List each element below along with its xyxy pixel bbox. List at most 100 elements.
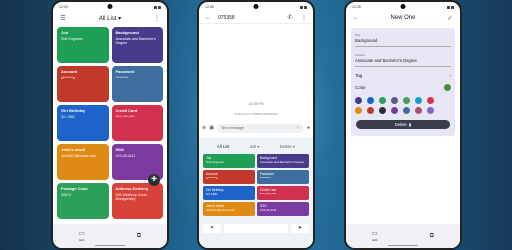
selected-color-swatch: [444, 84, 451, 91]
color-swatch[interactable]: [415, 97, 422, 104]
content-field[interactable]: Content Associate and Bachelor's Degree: [355, 51, 451, 67]
note-card[interactable]: Background Associate and Bachelor's Degre…: [111, 27, 163, 63]
color-swatch[interactable]: [379, 97, 386, 104]
content-field-label: Content: [355, 53, 365, 57]
nav-copy[interactable]: ⧉: [430, 233, 434, 240]
note-card[interactable]: Background Associate and Bachelor's Degre…: [257, 154, 309, 168]
phone-all-list: 12:29 ☰ All List ▾ ⋮ Job Soft Engineer Bac…: [51, 0, 169, 250]
delete-button[interactable]: Delete ▮: [356, 120, 450, 129]
note-card[interactable]: Job Soft Engineer: [57, 27, 109, 63]
note-card-value: Soft Engineer: [61, 37, 83, 41]
note-card-title: John's email: [61, 147, 86, 152]
status-time: 12:29: [59, 5, 68, 9]
conversation-area: 12:28 PM Texting with 075358 (SMS/MMS): [199, 24, 313, 120]
list-filter-dropdown[interactable]: All List ▾: [99, 15, 121, 22]
color-swatch[interactable]: [427, 107, 434, 114]
nav-edit[interactable]: ▭ Edit: [372, 230, 378, 242]
color-swatch[interactable]: [391, 97, 398, 104]
note-card-value: 30074: [61, 193, 71, 197]
keyboard-input[interactable]: [224, 223, 288, 233]
status-bar: 12:28: [346, 2, 460, 12]
tab-all-list[interactable]: All List: [217, 144, 229, 149]
phone-icon[interactable]: ✆: [286, 14, 294, 21]
message-input[interactable]: Text message ☺: [216, 123, 304, 133]
more-icon[interactable]: ⋮: [300, 14, 308, 21]
status-bar: 12:28: [199, 2, 313, 12]
color-swatch[interactable]: [403, 97, 410, 104]
note-card-value: ****-****-****: [115, 115, 135, 119]
title-field[interactable]: Title Background: [355, 31, 451, 47]
camera-hole: [400, 4, 406, 9]
note-card[interactable]: Credit Card ****-****-****: [257, 186, 309, 200]
note-card[interactable]: Password *********: [111, 66, 163, 102]
note-card[interactable]: SSN 219-03-4111: [257, 202, 309, 216]
status-icons: [299, 5, 307, 9]
panel-tabs: All List Job ▾ Delete ▾: [199, 138, 313, 152]
message-time: 12:28 PM: [248, 102, 264, 106]
color-swatch[interactable]: [367, 97, 374, 104]
add-icon[interactable]: ⊕: [202, 125, 206, 131]
note-card[interactable]: John's email John007@icloud.com: [203, 202, 255, 216]
image-icon[interactable]: ▣: [209, 125, 214, 131]
note-card-value: a*******a: [61, 76, 75, 80]
message-placeholder: Text message: [220, 126, 245, 130]
back-arrow-icon[interactable]: ←: [352, 15, 360, 21]
tag-row[interactable]: Tag ›: [355, 73, 451, 78]
keyboard-panel: All List Job ▾ Delete ▾ Job Soft Engineer…: [199, 138, 313, 248]
note-card-value: John007@icloud.com: [206, 208, 235, 212]
color-swatch[interactable]: [367, 107, 374, 114]
emoji-icon[interactable]: ☺: [296, 126, 300, 130]
color-swatch[interactable]: [379, 107, 386, 114]
close-icon[interactable]: ✕: [203, 223, 221, 233]
nav-edit-label: Edit: [372, 238, 378, 242]
note-card[interactable]: Girl Birthday 3/1 1981: [57, 105, 109, 141]
note-card[interactable]: Girl Birthday 3/1 1981: [203, 186, 255, 200]
list-icon[interactable]: ☰: [59, 15, 67, 22]
note-card-value: John007@icloud.com: [61, 154, 96, 158]
content-field-value: Associate and Bachelor's Degree: [355, 58, 417, 63]
app-bar: ☰ All List ▾ ⋮: [53, 12, 167, 24]
color-swatch[interactable]: [355, 97, 362, 104]
note-card[interactable]: Password *********: [257, 170, 309, 184]
color-swatch[interactable]: [391, 107, 398, 114]
status-icons: [446, 5, 454, 9]
note-card[interactable]: Postage Code 30074: [57, 183, 109, 219]
note-card[interactable]: John's email John007@icloud.com: [57, 144, 109, 180]
note-card[interactable]: Account a*******a: [203, 170, 255, 184]
color-swatch[interactable]: [355, 107, 362, 114]
note-card-title: Account: [61, 69, 77, 74]
nav-edit[interactable]: ▭ Edit: [79, 230, 85, 242]
color-swatch[interactable]: [403, 107, 410, 114]
note-card[interactable]: Credit Card ****-****-****: [111, 105, 163, 141]
note-card-value: 305 Winthrop Court, Montgomery: [115, 193, 148, 202]
nav-copy[interactable]: ⧉: [137, 233, 141, 240]
check-icon[interactable]: ✓: [446, 15, 454, 22]
tab-job[interactable]: Job ▾: [249, 144, 259, 149]
bottom-nav: ▭ Edit ⧉: [53, 224, 167, 248]
note-card-title: Girl Birthday: [61, 108, 86, 113]
color-row: Color: [355, 84, 451, 91]
color-swatch[interactable]: [415, 107, 422, 114]
note-card[interactable]: Address Delivery 305 Winthrop Court, Mont…: [111, 183, 163, 219]
mic-icon[interactable]: ●: [307, 125, 310, 131]
page-title: New One: [390, 15, 416, 21]
note-card-title: Address Delivery: [115, 186, 149, 191]
nav-edit-label: Edit: [79, 238, 85, 242]
color-swatch[interactable]: [427, 97, 434, 104]
send-icon[interactable]: ➤: [291, 223, 309, 233]
back-arrow-icon[interactable]: ←: [204, 15, 212, 21]
keyboard-toolbar: ✕ ➤: [203, 223, 309, 233]
note-card-value: *********: [260, 176, 271, 180]
note-card-value: Associate and Bachelor's Degree: [260, 160, 305, 164]
gesture-bar: [388, 244, 418, 246]
more-icon[interactable]: ⋮: [153, 15, 161, 22]
note-card-value: 3/1 1981: [61, 115, 75, 119]
conversation-header: ← 075358 ✆ ⋮: [199, 12, 313, 24]
add-button[interactable]: ✚: [148, 174, 160, 186]
note-card-value: Soft Engineer: [206, 160, 225, 164]
note-card[interactable]: Job Soft Engineer: [203, 154, 255, 168]
color-label: Color: [355, 85, 366, 90]
note-card[interactable]: Account a*******a: [57, 66, 109, 102]
tab-delete[interactable]: Delete ▾: [280, 144, 295, 149]
edit-icon: ▭: [372, 231, 378, 237]
